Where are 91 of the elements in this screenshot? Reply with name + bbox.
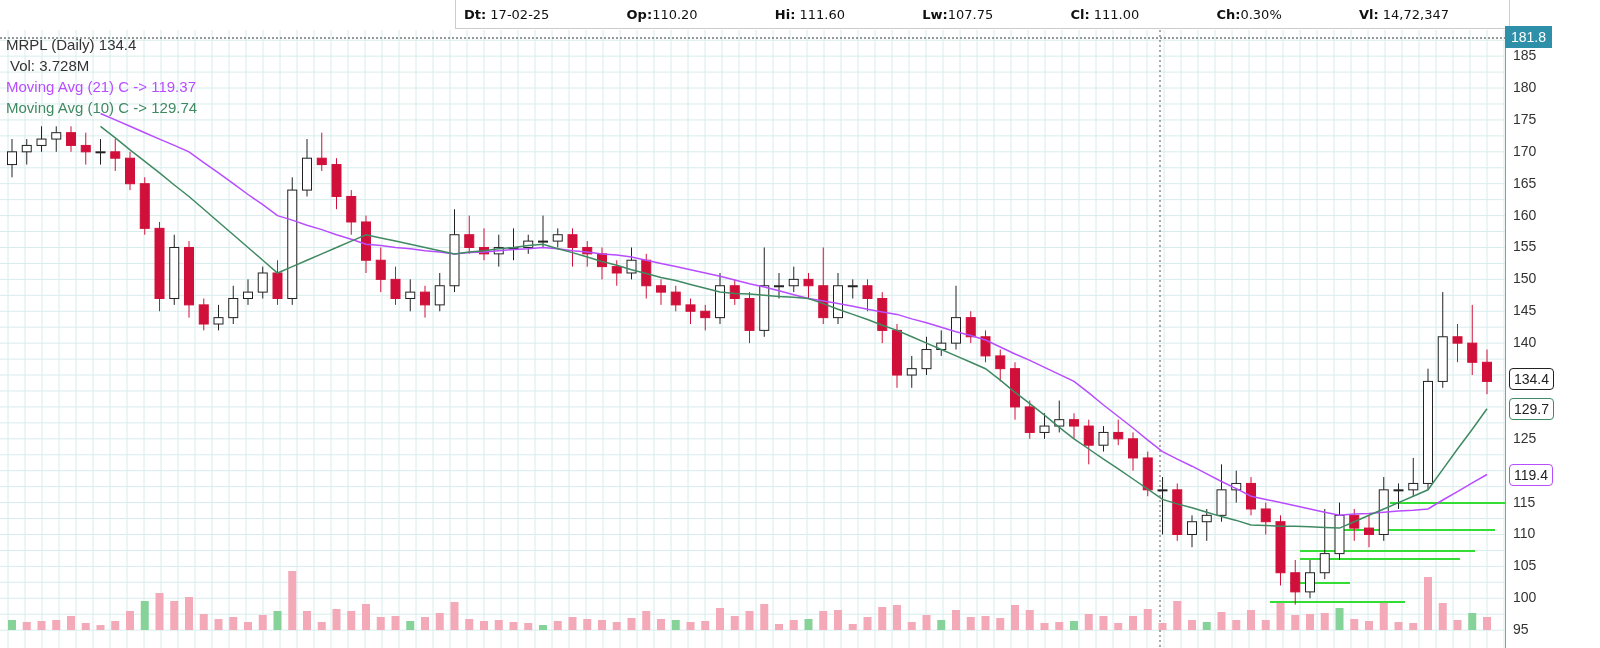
- candlestick: [729, 278, 740, 306]
- price-tick-label: 165: [1513, 174, 1537, 191]
- candlestick: [611, 259, 622, 287]
- candlestick: [1260, 502, 1271, 535]
- price-badge: 181.8: [1505, 26, 1553, 48]
- candlestick: [51, 125, 62, 153]
- candlestick: [1039, 412, 1050, 440]
- price-tick-label: 100: [1513, 589, 1537, 606]
- candlestick: [21, 138, 32, 166]
- price-tick-label: 175: [1513, 110, 1537, 127]
- price-tick-label: 150: [1513, 270, 1537, 287]
- candlestick: [243, 278, 253, 306]
- candlestick: [464, 215, 475, 255]
- candlestick: [1098, 425, 1109, 453]
- candlestick: [995, 349, 1006, 382]
- candlestick: [921, 336, 932, 376]
- candlestick: [213, 304, 224, 331]
- candlestick: [685, 298, 696, 325]
- candlestick: [1157, 476, 1168, 535]
- candlestick: [420, 285, 430, 319]
- candlestick: [1128, 431, 1138, 472]
- candlestick: [538, 215, 548, 248]
- candlestick: [1393, 482, 1404, 510]
- candlestick: [906, 355, 917, 389]
- candlestick: [803, 272, 814, 299]
- quote-field: Vl: 14,72,347: [1358, 6, 1449, 22]
- price-tick-label: 145: [1513, 302, 1537, 319]
- candlestick: [980, 329, 991, 363]
- candlestick: [626, 246, 637, 280]
- candlestick: [36, 125, 47, 153]
- candlestick: [567, 227, 578, 268]
- candlestick: [7, 138, 17, 178]
- candlestick: [405, 278, 416, 312]
- legend-text: MRPL (Daily) 134.4: [6, 35, 137, 55]
- candlestick: [862, 278, 873, 312]
- candlestick: [847, 278, 858, 299]
- candlestick: [95, 138, 106, 166]
- candlestick: [257, 266, 268, 299]
- quote-field: Lw:107.75: [922, 6, 994, 22]
- candlestick: [552, 227, 563, 248]
- quote-field: Ch:0.30%: [1216, 6, 1282, 22]
- price-tick-label: 140: [1513, 334, 1537, 351]
- candlestick: [1305, 559, 1315, 599]
- candlestick: [434, 272, 445, 312]
- candlestick: [1201, 508, 1212, 542]
- price-tick-label: 105: [1513, 557, 1537, 574]
- price-badge: 119.4: [1509, 463, 1553, 486]
- candlestick: [1290, 559, 1301, 606]
- price-badge: 134.4: [1509, 367, 1555, 390]
- legend-text: Moving Avg (21) C -> 119.37: [6, 77, 196, 97]
- candlestick: [110, 138, 121, 172]
- candlestick: [1452, 323, 1463, 363]
- price-badge: 129.7: [1509, 397, 1555, 420]
- candlestick: [656, 278, 666, 306]
- legend-text: Moving Avg (10) C -> 129.74: [6, 98, 198, 118]
- candlestick: [1083, 419, 1094, 465]
- candlestick: [788, 266, 799, 293]
- price-tick-label: 180: [1513, 79, 1537, 96]
- candlestick: [316, 132, 327, 172]
- price-tick-label: 110: [1513, 525, 1536, 542]
- candlestick: [1408, 457, 1419, 497]
- candlestick: [66, 125, 76, 153]
- candlestick: [1319, 508, 1330, 580]
- price-tick-label: 185: [1513, 47, 1537, 64]
- candlestick: [670, 285, 681, 312]
- candlestick: [1113, 419, 1124, 446]
- quote-field: Hi: 111.60: [774, 6, 845, 22]
- price-tick-label: 155: [1513, 238, 1537, 255]
- candlestick: [80, 132, 91, 166]
- price-tick-label: 160: [1513, 206, 1537, 223]
- candlestick: [965, 310, 976, 344]
- quote-field: Dt: 17-02-25: [464, 6, 550, 22]
- candlestick: [700, 304, 711, 331]
- candlestick: [1482, 349, 1492, 395]
- candlestick: [1187, 514, 1197, 548]
- price-tick-label: 125: [1513, 429, 1537, 446]
- candlestick: [390, 266, 401, 306]
- candlestick: [1467, 304, 1478, 376]
- candlestick: [1054, 400, 1065, 433]
- candlestick: [774, 272, 784, 299]
- price-tick-label: 95: [1513, 621, 1529, 638]
- price-tick-label: 115: [1513, 493, 1536, 510]
- candlestick: [198, 298, 209, 331]
- candlestick: [375, 246, 386, 293]
- candlestick: [228, 285, 239, 325]
- candlestick: [1069, 412, 1079, 440]
- quote-field: Cl: 111.00: [1070, 6, 1140, 22]
- candlestick: [1364, 514, 1374, 548]
- legend-text: Vol: 3.728M: [9, 56, 90, 76]
- quote-field: Op:110.20: [626, 6, 698, 22]
- price-tick-label: 170: [1513, 142, 1537, 159]
